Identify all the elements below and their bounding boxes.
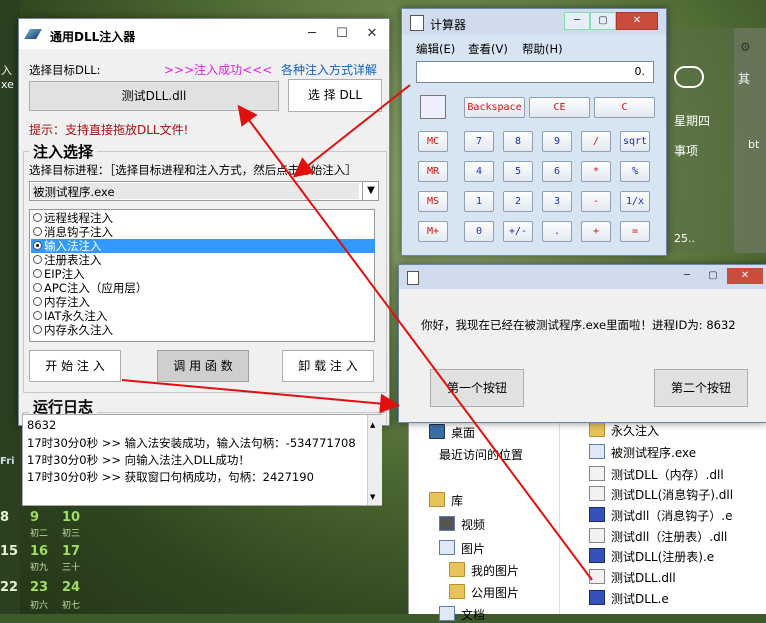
annotation-arrows <box>121 84 593 581</box>
arrow-to-message-box <box>121 379 400 414</box>
arrow-from-dll-file <box>237 104 593 581</box>
arrow-to-calculator <box>292 84 411 178</box>
